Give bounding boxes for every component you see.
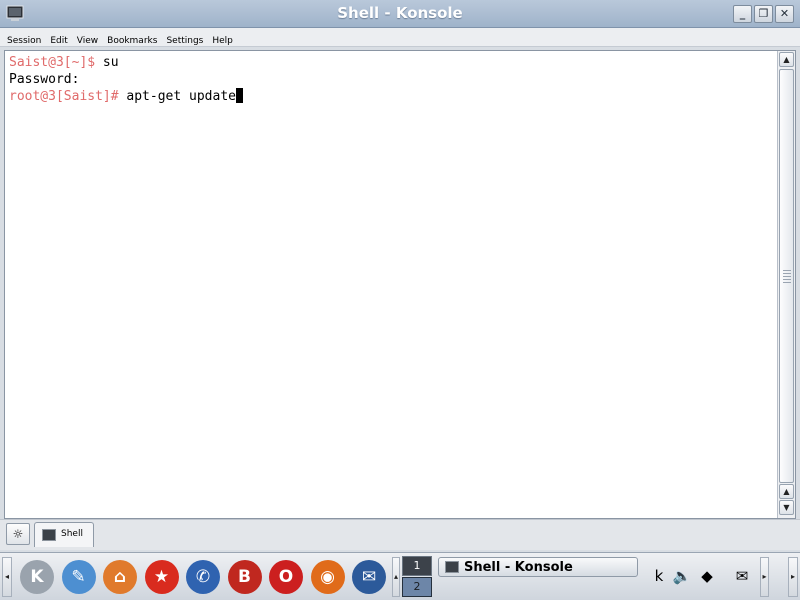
terminal-frame: Saist@3[~]$ su Password: root@3[Saist]# … bbox=[4, 50, 796, 519]
terminal-line: root@3[Saist]# apt-get update bbox=[9, 88, 776, 105]
window-title: Shell - Konsole bbox=[337, 4, 463, 22]
scrollbar-thumb[interactable] bbox=[779, 69, 794, 483]
terminal-prompt: root@3[Saist]# bbox=[9, 89, 119, 104]
menu-bookmarks[interactable]: Bookmarks bbox=[102, 32, 161, 51]
home-icon[interactable]: ⌂ bbox=[103, 560, 137, 594]
terminal-line: Password: bbox=[9, 71, 776, 88]
panel-hide-left-icon[interactable]: ◂ bbox=[2, 557, 12, 597]
menu-edit[interactable]: Edit bbox=[45, 32, 71, 51]
scroll-down-arrow-icon[interactable]: ▲ bbox=[779, 484, 794, 499]
terminal-command: su bbox=[95, 55, 119, 70]
kdict-icon-glyph: B bbox=[238, 567, 251, 587]
panel-scroll-right-icon[interactable]: ▸ bbox=[760, 557, 769, 597]
menu-view[interactable]: View bbox=[72, 32, 102, 51]
star-app-icon-glyph: ★ bbox=[153, 567, 170, 587]
terminal-prompt: Saist@3[~]$ bbox=[9, 55, 96, 70]
terminal-icon bbox=[42, 529, 56, 541]
pager-desktop-1[interactable]: 1 bbox=[402, 556, 432, 576]
tab-label: Shell bbox=[61, 529, 83, 539]
menu-session[interactable]: Session bbox=[0, 32, 45, 51]
taskbar-item-label: Shell - Konsole bbox=[464, 560, 573, 575]
star-app-icon[interactable]: ★ bbox=[144, 560, 179, 594]
terminal-command: Password: bbox=[9, 72, 80, 87]
network-icon[interactable]: ◆ bbox=[697, 565, 717, 587]
tab-shell[interactable]: Shell bbox=[34, 522, 94, 547]
opera-icon[interactable]: O bbox=[269, 560, 303, 594]
window-titlebar[interactable]: Shell - Konsole _ ❐ ✕ bbox=[0, 0, 800, 28]
kwrite-icon[interactable]: ✎ bbox=[61, 560, 96, 594]
thunderbird-icon[interactable]: ✉ bbox=[352, 560, 386, 594]
taskbar-item-konsole[interactable]: Shell - Konsole bbox=[438, 557, 638, 577]
aim-icon[interactable]: ✆ bbox=[186, 560, 220, 594]
minimize-button[interactable]: _ bbox=[733, 5, 752, 23]
terminal-command: apt-get update bbox=[118, 89, 236, 104]
scroll-down-arrow-icon[interactable]: ▼ bbox=[779, 500, 794, 515]
thunderbird-icon-glyph: ✉ bbox=[361, 567, 377, 587]
kwrite-icon-glyph: ✎ bbox=[71, 567, 86, 587]
kmail-icon[interactable]: ✉ bbox=[732, 565, 752, 587]
scrollbar-grip-icon bbox=[783, 270, 791, 284]
klipper-icon[interactable]: k bbox=[649, 565, 669, 587]
maximize-button[interactable]: ❐ bbox=[754, 5, 773, 23]
opera-icon-glyph: O bbox=[278, 567, 294, 587]
pager-desktop-2[interactable]: 2 bbox=[402, 577, 432, 597]
vertical-scrollbar[interactable]: ▲ ▲ ▼ bbox=[777, 51, 795, 518]
text-cursor bbox=[235, 88, 243, 103]
terminal-line: Saist@3[~]$ su bbox=[9, 54, 776, 71]
aim-icon-glyph: ✆ bbox=[195, 567, 211, 587]
home-icon-glyph: ⌂ bbox=[113, 567, 127, 587]
close-button[interactable]: ✕ bbox=[775, 5, 794, 23]
terminal-output[interactable]: Saist@3[~]$ su Password: root@3[Saist]# … bbox=[5, 51, 776, 518]
new-session-button[interactable]: ☼ bbox=[6, 523, 30, 545]
volume-icon[interactable]: 🔈 bbox=[672, 565, 692, 587]
kde-menu-icon[interactable]: K bbox=[20, 560, 54, 594]
kdict-icon[interactable]: B bbox=[227, 560, 262, 594]
terminal-icon bbox=[445, 561, 459, 573]
panel-hide-right-icon[interactable]: ▸ bbox=[788, 557, 798, 597]
menu-help[interactable]: Help bbox=[207, 32, 237, 51]
session-tabbar: ☼ Shell bbox=[0, 519, 800, 550]
menubar: Session Edit View Bookmarks Settings Help bbox=[0, 28, 800, 47]
firefox-icon[interactable]: ◉ bbox=[310, 560, 345, 594]
menu-settings[interactable]: Settings bbox=[161, 32, 207, 51]
kde-panel: ◂ K ✎ ⌂ ★ ✆ B O ◉ ✉ ▴ 1 2 Shell - Konsole k 🔈 ◆ ✉ ▸… bbox=[0, 552, 800, 600]
kde-menu-icon-glyph: K bbox=[30, 567, 44, 587]
launcher-scroll-icon[interactable]: ▴ bbox=[392, 557, 400, 597]
firefox-icon-glyph: ◉ bbox=[320, 567, 335, 587]
scroll-up-arrow-icon[interactable]: ▲ bbox=[779, 52, 794, 67]
desktop-pager[interactable]: 1 2 bbox=[402, 556, 432, 598]
